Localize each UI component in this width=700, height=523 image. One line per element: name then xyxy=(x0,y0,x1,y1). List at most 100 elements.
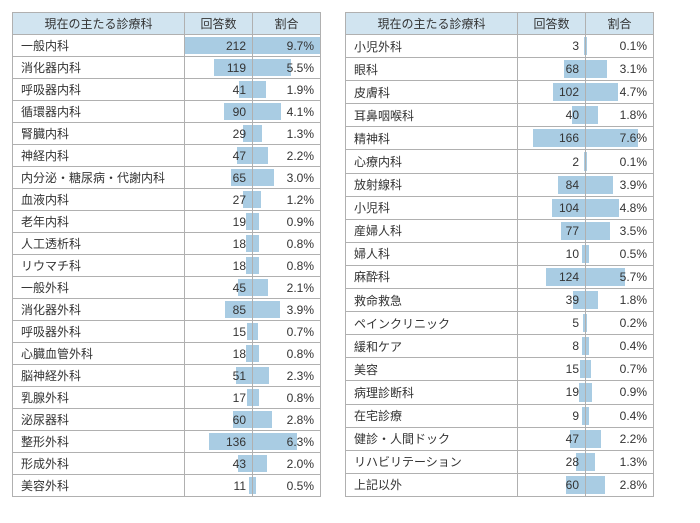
cell-pct: 0.5% xyxy=(253,475,321,497)
cell-pct: 0.4% xyxy=(586,404,654,427)
cell-dept: 乳腺外科 xyxy=(13,387,185,409)
table-row: 病理診断科190.9% xyxy=(346,381,654,404)
pct-value: 9.7% xyxy=(287,39,314,53)
tbody-left: 一般内科2129.7%消化器内科1195.5%呼吸器内科411.9%循環器内科9… xyxy=(13,35,321,497)
count-value: 29 xyxy=(233,127,246,141)
cell-count: 212 xyxy=(185,35,253,57)
table-row: ペインクリニック 5 0.2% xyxy=(346,312,654,335)
cell-dept: リハビリテーション xyxy=(346,450,518,473)
cell-dept: 健診・人間ドック xyxy=(346,427,518,450)
cell-dept: 老年内科 xyxy=(13,211,185,233)
cell-dept: 耳鼻咽喉科 xyxy=(346,104,518,127)
table-row: 婦人科100.5% xyxy=(346,242,654,265)
cell-dept: 内分泌・糖尿病・代謝内科 xyxy=(13,167,185,189)
cell-pct: 0.8% xyxy=(253,255,321,277)
table-row: 産婦人科773.5% xyxy=(346,219,654,242)
count-value: 119 xyxy=(227,61,246,75)
th-pct: 割合 xyxy=(253,13,321,35)
cell-dept: 麻酔科 xyxy=(346,265,518,288)
table-row: 腎臓内科291.3% xyxy=(13,123,321,145)
pct-value: 0.5% xyxy=(620,247,647,261)
pct-value: 2.0% xyxy=(287,457,314,471)
cell-pct: 0.4% xyxy=(586,335,654,358)
cell-pct: 2.8% xyxy=(253,409,321,431)
count-bar xyxy=(579,383,585,401)
pct-value: 0.1% xyxy=(620,155,647,169)
cell-dept: ペインクリニック xyxy=(346,312,518,335)
cell-dept: 心療内科 xyxy=(346,150,518,173)
cell-count: 29 xyxy=(185,123,253,145)
cell-dept: 小児科 xyxy=(346,196,518,219)
cell-pct: 1.2% xyxy=(253,189,321,211)
count-value: 19 xyxy=(233,215,246,229)
count-value: 3 xyxy=(572,39,579,53)
cell-pct: 0.8% xyxy=(253,233,321,255)
cell-dept: 精神科 xyxy=(346,127,518,150)
table-row: 形成外科432.0% xyxy=(13,453,321,475)
count-value: 65 xyxy=(233,171,246,185)
count-value: 40 xyxy=(566,108,579,122)
count-bar xyxy=(249,477,252,494)
table-row: 心臓血管外科180.8% xyxy=(13,343,321,365)
pct-value: 4.8% xyxy=(620,201,647,215)
table-row: 整形外科1366.3% xyxy=(13,431,321,453)
count-value: 84 xyxy=(566,178,579,192)
cell-dept: 皮膚科 xyxy=(346,81,518,104)
cell-pct: 2.3% xyxy=(253,365,321,387)
cell-count: 68 xyxy=(518,58,586,81)
pct-bar xyxy=(253,301,280,318)
th-pct: 割合 xyxy=(586,13,654,35)
table-row: 神経内科472.2% xyxy=(13,145,321,167)
cell-dept: 循環器内科 xyxy=(13,101,185,123)
pct-bar xyxy=(586,106,598,124)
cell-pct: 1.3% xyxy=(586,450,654,473)
cell-pct: 0.8% xyxy=(253,343,321,365)
pct-bar xyxy=(586,291,598,309)
table-row: 美容150.7% xyxy=(346,358,654,381)
pct-bar xyxy=(586,152,587,170)
pct-bar xyxy=(253,345,259,362)
pct-bar xyxy=(586,199,619,217)
pct-bar xyxy=(586,222,610,240)
pct-value: 3.0% xyxy=(287,171,314,185)
pct-bar xyxy=(586,176,613,194)
table-row: 小児科1044.8% xyxy=(346,196,654,219)
count-value: 8 xyxy=(572,339,579,353)
table-row: 精神科1667.6% xyxy=(346,127,654,150)
cell-pct: 4.7% xyxy=(586,81,654,104)
pct-bar xyxy=(253,367,269,384)
cell-pct: 6.3% xyxy=(253,431,321,453)
pct-bar xyxy=(253,279,268,296)
cell-pct: 4.8% xyxy=(586,196,654,219)
cell-dept: リウマチ科 xyxy=(13,255,185,277)
count-value: 17 xyxy=(233,391,246,405)
pct-bar xyxy=(253,477,256,494)
count-value: 102 xyxy=(559,85,579,99)
pct-bar xyxy=(253,81,266,98)
pct-bar xyxy=(253,213,259,230)
pct-value: 0.5% xyxy=(287,479,314,493)
pct-bar xyxy=(586,337,589,355)
pct-bar xyxy=(253,389,259,406)
pct-value: 0.9% xyxy=(620,385,647,399)
cell-dept: 人工透析科 xyxy=(13,233,185,255)
cell-count: 27 xyxy=(185,189,253,211)
table-row: 皮膚科 102 4.7% xyxy=(346,81,654,104)
count-value: 124 xyxy=(559,270,579,284)
cell-dept: 整形外科 xyxy=(13,431,185,453)
pct-value: 4.7% xyxy=(620,85,647,99)
cell-pct: 1.8% xyxy=(586,104,654,127)
table-row: 循環器内科904.1% xyxy=(13,101,321,123)
pct-value: 0.8% xyxy=(287,259,314,273)
table-row: 人工透析科180.8% xyxy=(13,233,321,255)
cell-count: 47 xyxy=(185,145,253,167)
table-row: 緩和ケア80.4% xyxy=(346,335,654,358)
count-value: 68 xyxy=(566,62,579,76)
table-row: 消化器外科853.9% xyxy=(13,299,321,321)
pct-bar xyxy=(253,323,258,340)
count-value: 166 xyxy=(559,131,579,145)
count-value: 5 xyxy=(572,316,579,330)
cell-count: 15 xyxy=(518,358,586,381)
pct-value: 0.4% xyxy=(620,409,647,423)
pct-value: 0.2% xyxy=(620,316,647,330)
